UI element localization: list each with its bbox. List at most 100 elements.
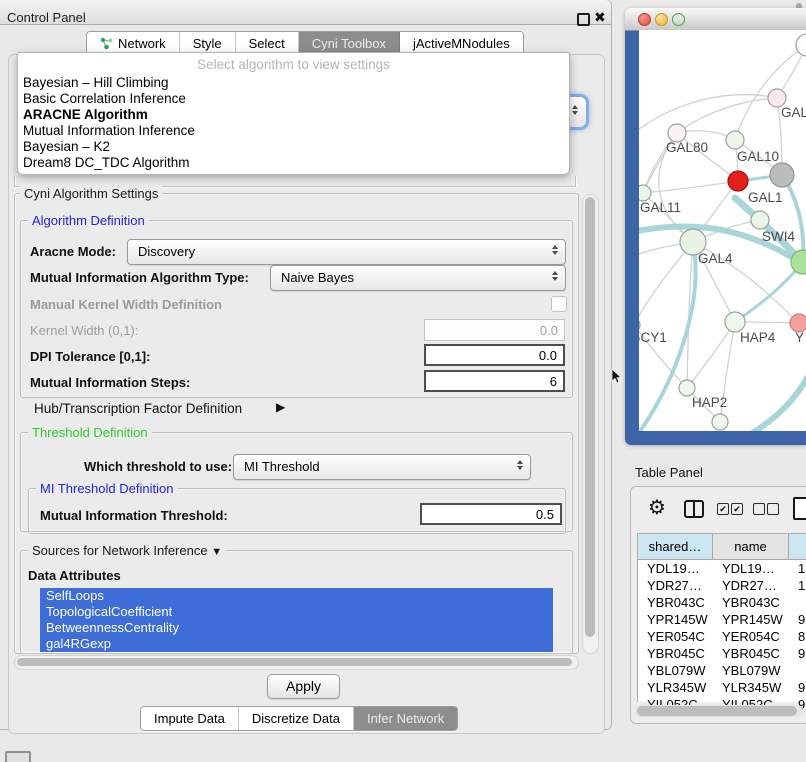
- data-attribute-item[interactable]: BetweennessCentrality: [40, 620, 553, 636]
- dpi-tolerance-label: DPI Tolerance [0,1]:: [30, 349, 150, 364]
- table-cell[interactable]: YPR145W: [713, 611, 789, 628]
- data-attribute-item[interactable]: TopologicalCoefficient: [40, 604, 553, 620]
- network-node[interactable]: [712, 414, 728, 430]
- table-cell[interactable]: YDL19…: [713, 560, 789, 577]
- hub-definition-label[interactable]: Hub/Transcription Factor Definition: [34, 401, 242, 416]
- table-cell[interactable]: 12: [789, 577, 806, 594]
- which-threshold-combo[interactable]: MI Threshold: [233, 454, 531, 480]
- manual-kernel-checkbox[interactable]: [551, 296, 567, 312]
- network-node[interactable]: [796, 34, 806, 56]
- control-panel-titlebar[interactable]: [0, 0, 611, 25]
- aracne-mode-combo[interactable]: Discovery: [127, 239, 566, 265]
- network-edge[interactable]: [643, 181, 738, 193]
- algorithm-option[interactable]: Basic Correlation Inference: [18, 91, 569, 107]
- network-edge-highlighted[interactable]: [735, 262, 803, 322]
- table-cell[interactable]: YBL079W: [713, 662, 789, 679]
- network-edge[interactable]: [687, 322, 735, 388]
- table-cell[interactable]: YER054C: [713, 628, 789, 645]
- table-row[interactable]: YDL19…YDL19…13: [638, 560, 806, 577]
- table-cell[interactable]: YDL19…: [638, 560, 713, 577]
- network-node[interactable]: [751, 211, 769, 229]
- algorithm-definition-title: Algorithm Definition: [28, 213, 149, 228]
- mi-threshold-input[interactable]: [420, 503, 562, 525]
- table-cell[interactable]: YBR045C: [638, 645, 713, 662]
- algorithm-option[interactable]: Mutual Information Inference: [18, 123, 569, 139]
- table-cell[interactable]: YDR27…: [638, 577, 713, 594]
- network-node[interactable]: [726, 131, 744, 149]
- mi-steps-input[interactable]: [424, 370, 565, 392]
- table-cell[interactable]: YLR345W: [713, 679, 789, 696]
- table-cell[interactable]: YBR045C: [713, 645, 789, 662]
- bottom-tab-discretize-data[interactable]: Discretize Data: [239, 707, 354, 730]
- kernel-width-input[interactable]: [424, 319, 565, 341]
- network-node[interactable]: [679, 380, 695, 396]
- algorithm-option[interactable]: ARACNE Algorithm: [18, 107, 569, 123]
- table-row[interactable]: YLR345WYLR345W9.: [638, 679, 806, 696]
- mi-algorithm-type-combo[interactable]: Naive Bayes: [270, 265, 566, 291]
- expand-arrow-icon[interactable]: ▶: [276, 400, 285, 414]
- network-edge[interactable]: [639, 242, 693, 325]
- table-cell[interactable]: 8.: [789, 628, 806, 645]
- algorithm-dropdown-popup: Select algorithm to view settings Bayesi…: [17, 52, 570, 175]
- minimize-traffic-light[interactable]: [655, 13, 668, 26]
- table-cell[interactable]: YPR145W: [638, 611, 713, 628]
- bottom-tab-impute-data[interactable]: Impute Data: [141, 707, 239, 730]
- table-row[interactable]: YBR045CYBR045C9.: [638, 645, 806, 662]
- settings-vertical-scrollbar[interactable]: [582, 194, 599, 654]
- table-cell[interactable]: 9.: [789, 645, 806, 662]
- apply-button[interactable]: Apply: [267, 674, 340, 699]
- table-column-header[interactable]: shared…: [638, 534, 713, 560]
- network-node[interactable]: [728, 171, 748, 191]
- network-node[interactable]: [639, 185, 651, 201]
- table-horizontal-scrollbar[interactable]: [635, 705, 803, 717]
- data-attribute-item[interactable]: gal4RGexp: [40, 636, 553, 652]
- network-node[interactable]: [770, 163, 794, 187]
- algorithm-option[interactable]: Bayesian – K2: [18, 139, 569, 155]
- table-cell[interactable]: 13: [789, 560, 806, 577]
- close-traffic-light[interactable]: [638, 13, 651, 26]
- checked-checkbox-icon[interactable]: ✔: [717, 503, 729, 515]
- bottom-tab-infer-network[interactable]: Infer Network: [354, 707, 457, 730]
- network-edge-highlighted[interactable]: [740, 378, 806, 431]
- unchecked-checkbox-icon[interactable]: [753, 503, 765, 515]
- minimized-panel-icon[interactable]: [5, 751, 31, 762]
- table-row[interactable]: YER054CYER054C8.: [638, 628, 806, 645]
- table-row[interactable]: YPR145WYPR145W9.: [638, 611, 806, 628]
- table-column-header[interactable]: name: [713, 534, 789, 560]
- algorithm-option[interactable]: Dream8 DC_TDC Algorithm: [18, 155, 569, 171]
- column-layout-icon[interactable]: [684, 500, 704, 518]
- network-canvas[interactable]: GALGAL80GAL10GAL1GAL11SWI4GAL4GCY1HAP4YH…: [639, 30, 806, 431]
- close-icon[interactable]: ✖: [594, 9, 606, 26]
- data-attributes-list[interactable]: SelfLoopsTopologicalCoefficientBetweenne…: [40, 588, 553, 652]
- table-cell[interactable]: YBL079W: [638, 662, 713, 679]
- table-cell[interactable]: YBR043C: [638, 594, 713, 611]
- data-attribute-item[interactable]: SelfLoops: [40, 588, 553, 604]
- table-cell[interactable]: YLR345W: [638, 679, 713, 696]
- table-row[interactable]: YBL079WYBL079W: [638, 662, 806, 679]
- table-column-header[interactable]: A: [789, 534, 806, 560]
- table-cell[interactable]: 9.: [789, 679, 806, 696]
- network-node-label: GAL: [781, 105, 806, 120]
- dpi-tolerance-input[interactable]: [424, 344, 565, 366]
- checked-checkbox-icon[interactable]: ✔: [731, 503, 743, 515]
- table-settings-gear-icon[interactable]: ⚙: [648, 495, 666, 520]
- network-node[interactable]: [725, 312, 745, 332]
- table-cell[interactable]: YER054C: [638, 628, 713, 645]
- table-cell[interactable]: YDR27…: [713, 577, 789, 594]
- settings-horizontal-scrollbar[interactable]: [14, 655, 579, 670]
- network-window-titlebar[interactable]: [625, 8, 806, 31]
- sources-title[interactable]: Sources for Network Inference ▼: [28, 543, 226, 558]
- algorithm-option[interactable]: Bayesian – Hill Climbing: [18, 75, 569, 91]
- network-icon: [100, 37, 113, 50]
- unchecked-checkbox-icon[interactable]: [767, 503, 779, 515]
- network-edge[interactable]: [639, 95, 777, 140]
- table-row[interactable]: YDR27…YDR27…12: [638, 577, 806, 594]
- table-cell[interactable]: YBR043C: [713, 594, 789, 611]
- table-row[interactable]: YBR043CYBR043C: [638, 594, 806, 611]
- table-cell[interactable]: 9.: [789, 611, 806, 628]
- float-window-icon[interactable]: [577, 13, 590, 26]
- page-icon[interactable]: [793, 497, 806, 520]
- zoom-traffic-light[interactable]: [672, 13, 685, 26]
- table-cell[interactable]: [789, 662, 806, 679]
- table-cell[interactable]: [789, 594, 806, 611]
